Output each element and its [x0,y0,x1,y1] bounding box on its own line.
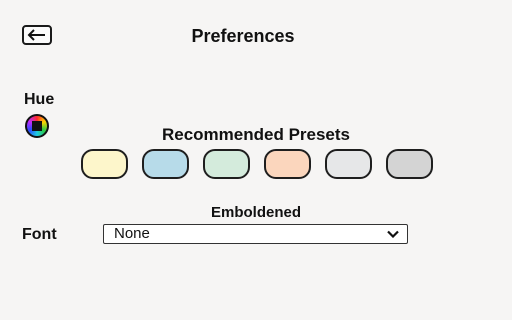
presets-title: Recommended Presets [161,125,351,144]
preset-list [81,149,433,179]
preset-swatch-4[interactable] [264,149,311,179]
preset-swatch-6[interactable] [386,149,433,179]
preset-swatch-5[interactable] [325,149,372,179]
hue-label: Hue [24,91,55,108]
font-select[interactable]: None [103,224,408,244]
preset-swatch-2[interactable] [142,149,189,179]
preset-swatch-1[interactable] [81,149,128,179]
color-wheel-icon [32,121,42,131]
font-style-label: Emboldened [210,204,301,221]
page-title: Preferences [191,26,295,46]
font-label: Font [22,226,57,243]
chevron-down-icon [387,230,399,238]
preset-swatch-3[interactable] [203,149,250,179]
hue-picker-button[interactable] [25,114,49,138]
font-select-value: None [114,225,150,242]
